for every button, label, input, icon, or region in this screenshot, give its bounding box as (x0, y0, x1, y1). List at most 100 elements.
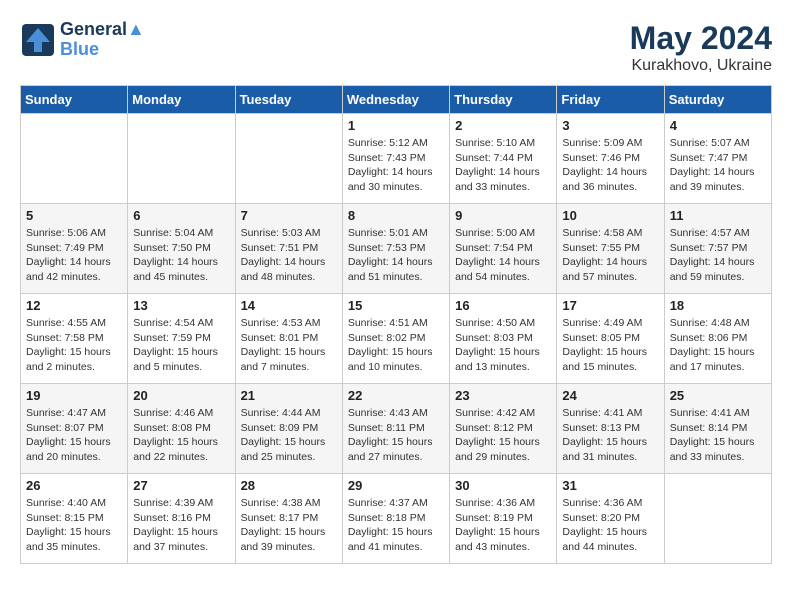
day-info: Sunrise: 5:03 AM Sunset: 7:51 PM Dayligh… (241, 226, 337, 285)
day-info: Sunrise: 4:50 AM Sunset: 8:03 PM Dayligh… (455, 316, 551, 375)
day-number: 11 (670, 208, 766, 223)
day-number: 10 (562, 208, 658, 223)
calendar-cell: 16 Sunrise: 4:50 AM Sunset: 8:03 PM Dayli… (450, 294, 557, 384)
day-number: 31 (562, 478, 658, 493)
day-number: 27 (133, 478, 229, 493)
day-number: 28 (241, 478, 337, 493)
day-number: 29 (348, 478, 444, 493)
day-number: 2 (455, 118, 551, 133)
calendar-cell (235, 114, 342, 204)
page-header: General▲ Blue May 2024 Kurakhovo, Ukrain… (20, 20, 772, 75)
day-info: Sunrise: 4:49 AM Sunset: 8:05 PM Dayligh… (562, 316, 658, 375)
calendar-cell: 15 Sunrise: 4:51 AM Sunset: 8:02 PM Dayli… (342, 294, 449, 384)
day-info: Sunrise: 4:38 AM Sunset: 8:17 PM Dayligh… (241, 496, 337, 555)
day-info: Sunrise: 4:41 AM Sunset: 8:13 PM Dayligh… (562, 406, 658, 465)
day-number: 18 (670, 298, 766, 313)
calendar-cell: 19Sunrise: 4:47 AM Sunset: 8:07 PM Dayli… (21, 384, 128, 474)
day-info: Sunrise: 5:07 AM Sunset: 7:47 PM Dayligh… (670, 136, 766, 195)
calendar-cell: 28 Sunrise: 4:38 AM Sunset: 8:17 PM Dayli… (235, 474, 342, 564)
weekday-header: Wednesday (342, 86, 449, 114)
logo-line2: Blue (60, 40, 145, 60)
calendar-table: SundayMondayTuesdayWednesdayThursdayFrid… (20, 85, 772, 564)
day-info: Sunrise: 4:40 AM Sunset: 8:15 PM Dayligh… (26, 496, 122, 555)
day-info: Sunrise: 5:00 AM Sunset: 7:54 PM Dayligh… (455, 226, 551, 285)
calendar-week-row: 26 Sunrise: 4:40 AM Sunset: 8:15 PM Dayli… (21, 474, 772, 564)
day-number: 16 (455, 298, 551, 313)
calendar-cell: 8 Sunrise: 5:01 AM Sunset: 7:53 PM Daylig… (342, 204, 449, 294)
calendar-cell: 18Sunrise: 4:48 AM Sunset: 8:06 PM Dayli… (664, 294, 771, 384)
calendar-cell: 24 Sunrise: 4:41 AM Sunset: 8:13 PM Dayli… (557, 384, 664, 474)
day-number: 24 (562, 388, 658, 403)
calendar-week-row: 12 Sunrise: 4:55 AM Sunset: 7:58 PM Dayli… (21, 294, 772, 384)
day-number: 5 (26, 208, 122, 223)
calendar-cell: 31 Sunrise: 4:36 AM Sunset: 8:20 PM Dayli… (557, 474, 664, 564)
day-number: 3 (562, 118, 658, 133)
calendar-cell: 29 Sunrise: 4:37 AM Sunset: 8:18 PM Dayli… (342, 474, 449, 564)
day-number: 22 (348, 388, 444, 403)
calendar-cell: 10 Sunrise: 4:58 AM Sunset: 7:55 PM Dayli… (557, 204, 664, 294)
weekday-header: Monday (128, 86, 235, 114)
day-info: Sunrise: 4:43 AM Sunset: 8:11 PM Dayligh… (348, 406, 444, 465)
day-info: Sunrise: 5:09 AM Sunset: 7:46 PM Dayligh… (562, 136, 658, 195)
month-year: May 2024 (630, 20, 772, 57)
day-number: 4 (670, 118, 766, 133)
day-info: Sunrise: 4:46 AM Sunset: 8:08 PM Dayligh… (133, 406, 229, 465)
day-number: 17 (562, 298, 658, 313)
calendar-cell: 21Sunrise: 4:44 AM Sunset: 8:09 PM Dayli… (235, 384, 342, 474)
calendar-cell: 12 Sunrise: 4:55 AM Sunset: 7:58 PM Dayli… (21, 294, 128, 384)
day-number: 12 (26, 298, 122, 313)
calendar-header-row: SundayMondayTuesdayWednesdayThursdayFrid… (21, 86, 772, 114)
day-info: Sunrise: 5:04 AM Sunset: 7:50 PM Dayligh… (133, 226, 229, 285)
calendar-cell: 1 Sunrise: 5:12 AM Sunset: 7:43 PM Daylig… (342, 114, 449, 204)
day-info: Sunrise: 5:01 AM Sunset: 7:53 PM Dayligh… (348, 226, 444, 285)
weekday-header: Sunday (21, 86, 128, 114)
logo: General▲ Blue (20, 20, 145, 60)
day-info: Sunrise: 4:36 AM Sunset: 8:19 PM Dayligh… (455, 496, 551, 555)
calendar-cell: 25 Sunrise: 4:41 AM Sunset: 8:14 PM Dayli… (664, 384, 771, 474)
logo-line1: General▲ (60, 20, 145, 40)
day-info: Sunrise: 4:39 AM Sunset: 8:16 PM Dayligh… (133, 496, 229, 555)
day-info: Sunrise: 4:57 AM Sunset: 7:57 PM Dayligh… (670, 226, 766, 285)
day-info: Sunrise: 4:36 AM Sunset: 8:20 PM Dayligh… (562, 496, 658, 555)
calendar-cell: 6Sunrise: 5:04 AM Sunset: 7:50 PM Daylig… (128, 204, 235, 294)
calendar-cell: 20 Sunrise: 4:46 AM Sunset: 8:08 PM Dayli… (128, 384, 235, 474)
day-info: Sunrise: 4:53 AM Sunset: 8:01 PM Dayligh… (241, 316, 337, 375)
day-number: 7 (241, 208, 337, 223)
calendar-cell: 17 Sunrise: 4:49 AM Sunset: 8:05 PM Dayli… (557, 294, 664, 384)
weekday-header: Friday (557, 86, 664, 114)
day-info: Sunrise: 5:06 AM Sunset: 7:49 PM Dayligh… (26, 226, 122, 285)
calendar-cell: 23 Sunrise: 4:42 AM Sunset: 8:12 PM Dayli… (450, 384, 557, 474)
calendar-week-row: 19Sunrise: 4:47 AM Sunset: 8:07 PM Dayli… (21, 384, 772, 474)
calendar-cell: 27 Sunrise: 4:39 AM Sunset: 8:16 PM Dayli… (128, 474, 235, 564)
day-info: Sunrise: 4:42 AM Sunset: 8:12 PM Dayligh… (455, 406, 551, 465)
day-info: Sunrise: 4:41 AM Sunset: 8:14 PM Dayligh… (670, 406, 766, 465)
day-info: Sunrise: 4:44 AM Sunset: 8:09 PM Dayligh… (241, 406, 337, 465)
day-number: 15 (348, 298, 444, 313)
day-number: 1 (348, 118, 444, 133)
day-info: Sunrise: 4:47 AM Sunset: 8:07 PM Dayligh… (26, 406, 122, 465)
day-number: 20 (133, 388, 229, 403)
weekday-header: Thursday (450, 86, 557, 114)
calendar-cell (128, 114, 235, 204)
day-info: Sunrise: 4:58 AM Sunset: 7:55 PM Dayligh… (562, 226, 658, 285)
calendar-cell: 5 Sunrise: 5:06 AM Sunset: 7:49 PM Daylig… (21, 204, 128, 294)
day-number: 30 (455, 478, 551, 493)
day-number: 23 (455, 388, 551, 403)
calendar-week-row: 1 Sunrise: 5:12 AM Sunset: 7:43 PM Daylig… (21, 114, 772, 204)
day-number: 26 (26, 478, 122, 493)
title-block: May 2024 Kurakhovo, Ukraine (630, 20, 772, 75)
day-info: Sunrise: 4:37 AM Sunset: 8:18 PM Dayligh… (348, 496, 444, 555)
day-info: Sunrise: 4:55 AM Sunset: 7:58 PM Dayligh… (26, 316, 122, 375)
weekday-header: Saturday (664, 86, 771, 114)
calendar-cell: 14Sunrise: 4:53 AM Sunset: 8:01 PM Dayli… (235, 294, 342, 384)
day-number: 25 (670, 388, 766, 403)
calendar-cell (21, 114, 128, 204)
calendar-week-row: 5 Sunrise: 5:06 AM Sunset: 7:49 PM Daylig… (21, 204, 772, 294)
calendar-cell: 7 Sunrise: 5:03 AM Sunset: 7:51 PM Daylig… (235, 204, 342, 294)
calendar-cell: 30 Sunrise: 4:36 AM Sunset: 8:19 PM Dayli… (450, 474, 557, 564)
day-info: Sunrise: 4:51 AM Sunset: 8:02 PM Dayligh… (348, 316, 444, 375)
day-info: Sunrise: 5:12 AM Sunset: 7:43 PM Dayligh… (348, 136, 444, 195)
calendar-cell: 2Sunrise: 5:10 AM Sunset: 7:44 PM Daylig… (450, 114, 557, 204)
calendar-cell: 4 Sunrise: 5:07 AM Sunset: 7:47 PM Daylig… (664, 114, 771, 204)
day-number: 8 (348, 208, 444, 223)
